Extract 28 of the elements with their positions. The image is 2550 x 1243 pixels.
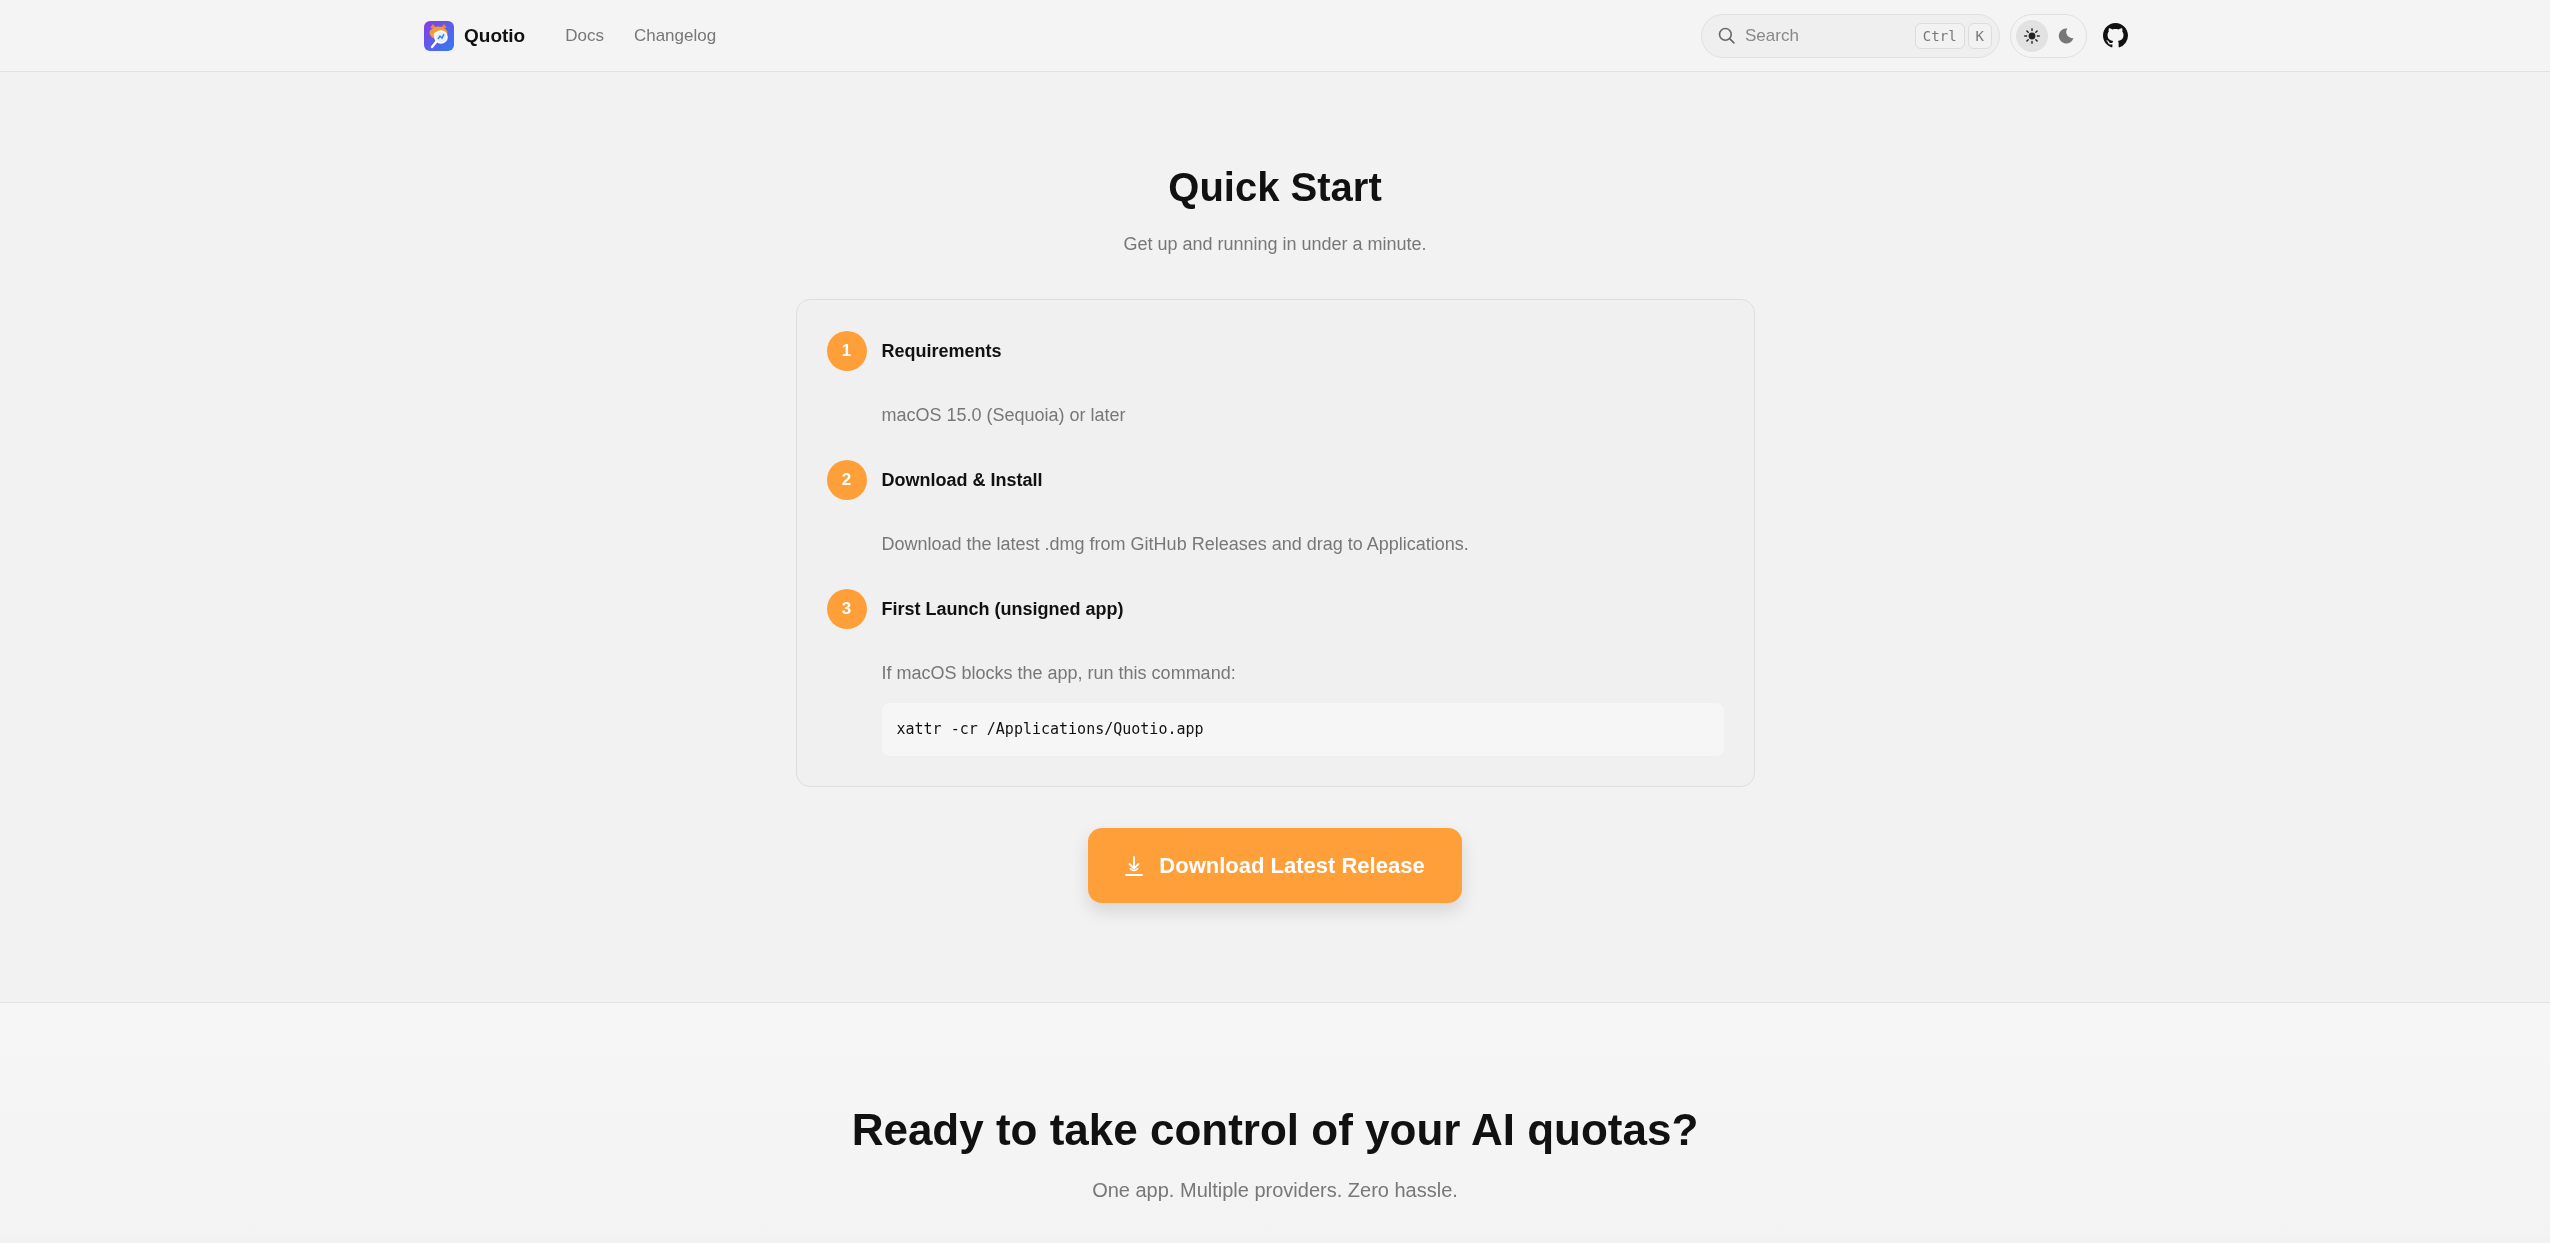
step-description: macOS 15.0 (Sequoia) or later <box>881 404 1127 427</box>
moon-icon <box>2058 27 2074 44</box>
shortcut-key: Ctrl <box>1914 22 1965 49</box>
step-title: Requirements <box>881 340 1002 362</box>
light-mode-button[interactable] <box>2016 19 2048 52</box>
search-button[interactable]: Search Ctrl K <box>1701 13 2000 58</box>
cta-subtitle: One app. Multiple providers. Zero hassle. <box>1092 1178 1458 1203</box>
step-title: First Launch (unsigned app) <box>881 598 1124 620</box>
download-icon <box>1125 855 1144 876</box>
app-logo-icon <box>424 20 454 51</box>
sun-icon <box>2024 27 2040 44</box>
step-number: 2 <box>826 460 867 500</box>
section-title: Quick Start <box>1168 164 1382 211</box>
code-block: xattr -cr /Applications/Quotio.app <box>881 703 1724 756</box>
step-description: If macOS blocks the app, run this command: <box>881 662 1237 685</box>
cta-heading: Ready to take control of your AI quotas? <box>851 1104 1699 1156</box>
brand-link[interactable]: Quotio <box>424 20 526 51</box>
search-icon <box>1718 27 1735 44</box>
step-title: Download & Install <box>881 469 1043 491</box>
step-number: 3 <box>826 589 867 629</box>
section-subtitle: Get up and running in under a minute. <box>1123 233 1427 256</box>
nav-link[interactable]: Changelog <box>633 25 717 46</box>
step-description: Download the latest .dmg from GitHub Releases and drag to Applications. <box>881 533 1470 556</box>
github-link[interactable] <box>2103 23 2128 48</box>
shortcut-key: K <box>1967 22 1992 49</box>
step-number: 1 <box>826 331 867 371</box>
github-icon <box>2103 23 2128 48</box>
nav-link[interactable]: Docs <box>565 25 604 46</box>
